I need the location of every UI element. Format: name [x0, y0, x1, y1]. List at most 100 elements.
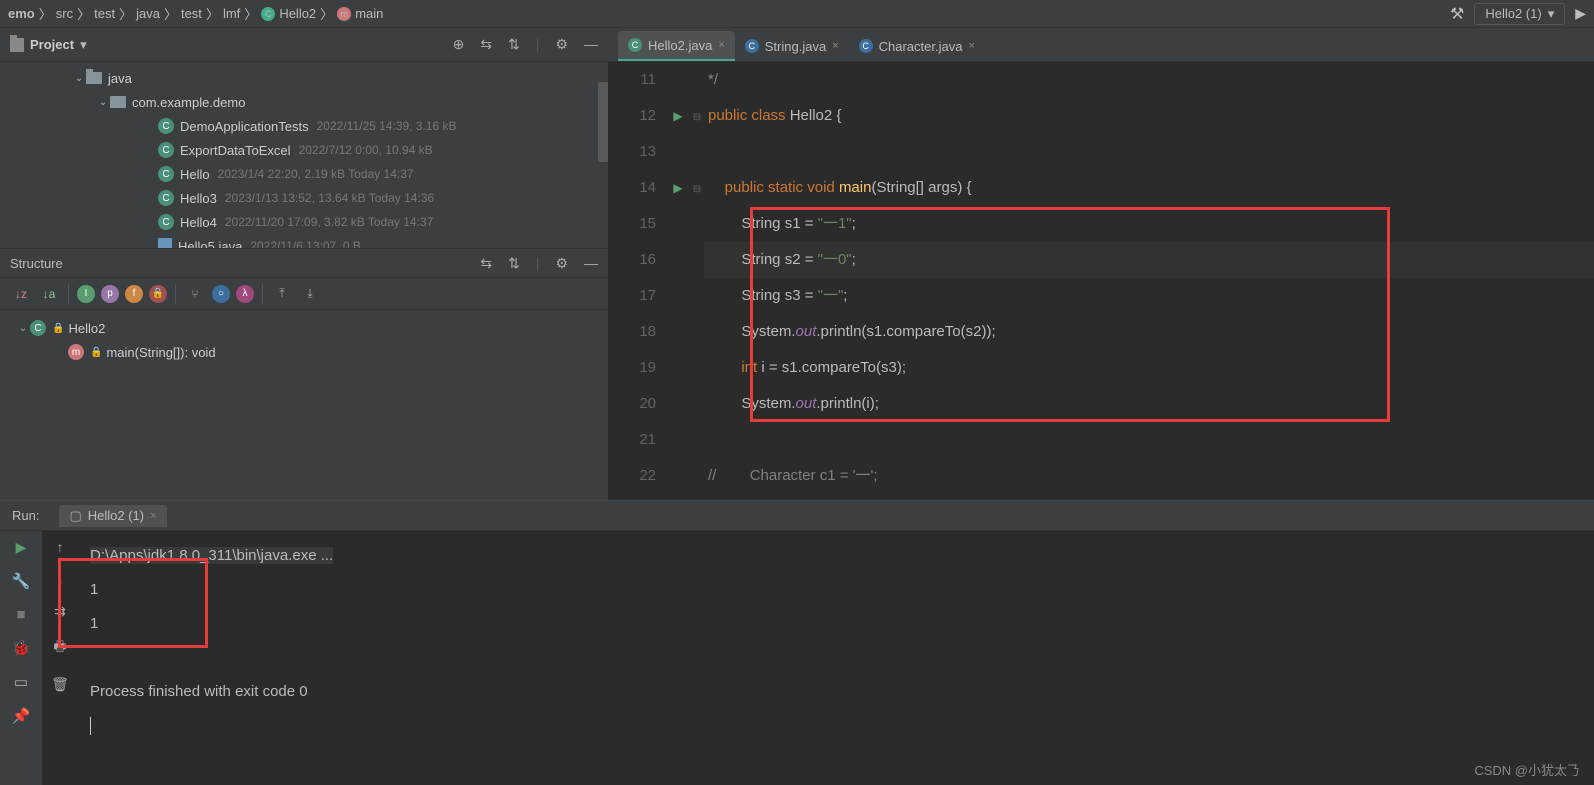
code-editor[interactable]: 111213141516171819202122 ▶▶ ⊟⊟ */public …	[608, 62, 1594, 500]
run-config-selector[interactable]: Hello2 (1) ▾	[1474, 3, 1565, 25]
tree-row[interactable]: ⌄com.example.demo	[0, 90, 608, 114]
stop-icon[interactable]: ■	[16, 606, 25, 623]
fold-column[interactable]: ⊟⊟	[690, 62, 704, 500]
structure-row[interactable]: m🔒main(String[]): void	[0, 340, 608, 364]
minimize-icon[interactable]: —	[584, 36, 598, 53]
structure-item-name: main(String[]): void	[106, 345, 215, 360]
run-tab[interactable]: ▢ Hello2 (1) ×	[59, 505, 166, 527]
project-panel-header: Project ▾ ⊕ ⇆ ⇅ | ⚙ —	[0, 28, 608, 62]
class-icon: C	[158, 118, 174, 134]
autoscroll-to-icon[interactable]: ⤒	[271, 283, 293, 305]
run-panel-header: Run: ▢ Hello2 (1) ×	[0, 501, 1594, 531]
show-inherited-icon[interactable]: ⑂	[184, 283, 206, 305]
tree-row[interactable]: CHello42022/11/20 17:09, 3.82 kB Today 1…	[0, 210, 608, 234]
tree-row[interactable]: CExportDataToExcel2022/7/12 0:00, 10.94 …	[0, 138, 608, 162]
build-icon[interactable]: ⚒	[1450, 4, 1464, 24]
structure-row[interactable]: ⌄C🔒Hello2	[0, 316, 608, 340]
method-icon: m	[337, 7, 351, 21]
show-anon-icon[interactable]: ○	[212, 285, 230, 303]
run-tab-icon: ▢	[69, 508, 81, 524]
class-icon: C	[158, 214, 174, 230]
tree-item-name: Hello3	[180, 191, 217, 206]
tree-item-meta: 2022/11/25 14:39, 3.16 kB	[317, 119, 457, 133]
bc-item[interactable]: lmf	[223, 6, 240, 21]
tree-row[interactable]: CHello2023/1/4 22:20, 2.19 kB Today 14:3…	[0, 162, 608, 186]
show-properties-icon[interactable]: p	[101, 285, 119, 303]
bc-class[interactable]: Hello2	[279, 6, 316, 21]
bc-item[interactable]: src	[56, 6, 73, 21]
bc-item[interactable]: test	[181, 6, 202, 21]
close-icon[interactable]: ×	[718, 39, 724, 51]
wrench-icon[interactable]: 🔧	[12, 572, 31, 590]
tree-row[interactable]: CHello32023/1/13 13:52, 13.64 kB Today 1…	[0, 186, 608, 210]
gear-icon[interactable]: ⚙	[555, 36, 568, 53]
print-icon[interactable]: 🖶	[53, 636, 66, 660]
run-gutter-icon[interactable]: ▶	[673, 181, 682, 195]
editor-tab[interactable]: CCharacter.java×	[849, 31, 985, 61]
structure-toolbar: ↓z ↓a I p f 🔒 ⑂ ○ λ ⤒ ⤓	[0, 278, 608, 310]
autoscroll-from-icon[interactable]: ⤓	[299, 283, 321, 305]
tree-item-meta: 2022/11/6 13:07, 0 B	[250, 239, 361, 248]
run-config-name: Hello2 (1)	[1485, 6, 1541, 21]
editor-tab[interactable]: CHello2.java×	[618, 31, 735, 61]
target-icon[interactable]: ⊕	[453, 36, 465, 53]
sort-az-icon[interactable]: ↓a	[38, 283, 60, 305]
sort-za-icon[interactable]: ↓z	[10, 283, 32, 305]
run-gutter-icon[interactable]: ▶	[673, 109, 682, 123]
tree-row[interactable]: Hello5.java2022/11/6 13:07, 0 B	[0, 234, 608, 248]
close-icon[interactable]: ×	[832, 40, 838, 52]
tree-item-name: Hello	[180, 167, 210, 182]
bc-root[interactable]: emo	[8, 6, 35, 21]
run-console[interactable]: D:\Apps\jdk1.8.0_311\bin\java.exe ...11 …	[78, 531, 1594, 785]
show-nonpublic-icon[interactable]: 🔒	[149, 285, 167, 303]
java-file-icon	[158, 238, 172, 248]
close-icon[interactable]: ×	[150, 510, 156, 522]
tree-row[interactable]: ⌄java	[0, 66, 608, 90]
expand-icon[interactable]: ⇆	[480, 255, 492, 272]
project-tree[interactable]: ⌄java⌄com.example.demoCDemoApplicationTe…	[0, 62, 608, 248]
wrap-icon[interactable]: ⇉	[54, 603, 66, 620]
chevron-down-icon[interactable]: ▾	[80, 37, 87, 53]
structure-tree[interactable]: ⌄C🔒Hello2m🔒main(String[]): void	[0, 310, 608, 500]
expand-arrow[interactable]: ⌄	[72, 73, 86, 84]
code-area[interactable]: */public class Hello2 { public static vo…	[704, 62, 1594, 500]
expand-icon[interactable]: ⇆	[480, 36, 492, 53]
collapse-icon[interactable]: ⇅	[508, 36, 520, 53]
trash-icon[interactable]: 🗑	[51, 676, 69, 693]
file-icon: C	[745, 39, 759, 53]
debug-icon[interactable]: 🐞	[12, 639, 31, 657]
bc-sep: 〉	[39, 4, 52, 23]
structure-title[interactable]: Structure	[10, 256, 63, 271]
tree-row[interactable]: CDemoApplicationTests2022/11/25 14:39, 3…	[0, 114, 608, 138]
tree-item-meta: 2023/1/4 22:20, 2.19 kB Today 14:37	[218, 167, 414, 181]
up-icon[interactable]: ↑	[57, 539, 64, 555]
collapse-icon[interactable]: ⇅	[508, 255, 520, 272]
show-fields-icon[interactable]: f	[125, 285, 143, 303]
gear-icon[interactable]: ⚙	[555, 255, 568, 272]
file-icon: C	[859, 39, 873, 53]
class-icon: C	[158, 142, 174, 158]
close-icon[interactable]: ×	[968, 40, 974, 52]
chevron-down-icon: ▾	[1548, 6, 1555, 22]
expand-arrow[interactable]: ⌄	[16, 323, 30, 334]
class-icon: C	[261, 7, 275, 21]
breadcrumb-bar: emo 〉 src 〉 test 〉 java 〉 test 〉 lmf 〉 C…	[0, 0, 1594, 28]
show-interfaces-icon[interactable]: I	[77, 285, 95, 303]
editor-tab[interactable]: CString.java×	[735, 31, 849, 61]
run-button-icon[interactable]: ▶	[1575, 5, 1586, 22]
bc-method[interactable]: main	[355, 6, 383, 21]
scrollbar[interactable]	[598, 82, 608, 162]
layout-icon[interactable]: ▭	[14, 673, 28, 691]
bc-item[interactable]: test	[94, 6, 115, 21]
expand-arrow[interactable]: ⌄	[96, 97, 110, 108]
rerun-icon[interactable]: ▶	[16, 539, 27, 556]
pin-icon[interactable]: 📌	[12, 707, 31, 725]
bc-item[interactable]: java	[136, 6, 160, 21]
tree-item-meta: 2023/1/13 13:52, 13.64 kB Today 14:36	[225, 191, 434, 205]
minimize-icon[interactable]: —	[584, 255, 598, 272]
visibility-icon: 🔒	[90, 347, 102, 358]
project-title[interactable]: Project	[30, 37, 74, 52]
divider: |	[536, 255, 540, 272]
show-lambda-icon[interactable]: λ	[236, 285, 254, 303]
down-icon[interactable]: ↓	[57, 571, 64, 587]
